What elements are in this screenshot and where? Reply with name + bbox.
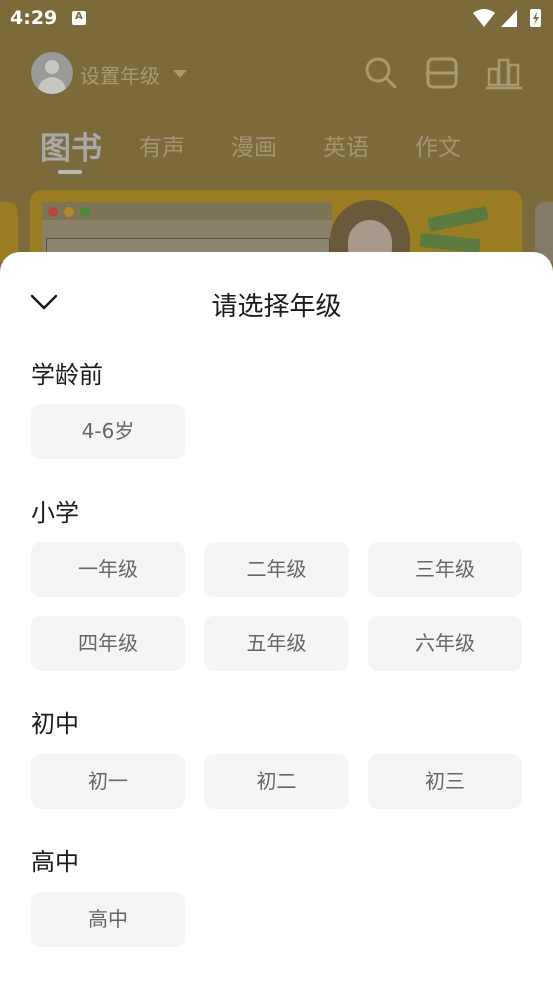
section-title-junior-high: 初中: [31, 710, 79, 738]
status-icons: [473, 9, 541, 27]
grade-option[interactable]: 初一: [31, 754, 185, 809]
grade-option[interactable]: 初三: [368, 754, 522, 809]
tab-english[interactable]: 英语: [323, 128, 369, 162]
signal-icon: [501, 10, 517, 27]
grade-option[interactable]: 初二: [204, 754, 349, 809]
grade-option[interactable]: 二年级: [204, 542, 349, 597]
grade-option[interactable]: 五年级: [204, 616, 349, 671]
sheet-title: 请选择年级: [211, 292, 342, 322]
grade-option[interactable]: 三年级: [368, 542, 522, 597]
tab-composition[interactable]: 作文: [415, 128, 461, 162]
grade-option[interactable]: 六年级: [368, 616, 522, 671]
grade-picker-sheet: 请选择年级 学龄前 4-6岁 小学 一年级 二年级 三年级 四年级 五年级 六年…: [0, 252, 553, 984]
wifi-icon: [473, 9, 495, 27]
scan-icon[interactable]: [424, 55, 460, 91]
category-tabs: 图书 有声 漫画 英语 作文: [0, 120, 553, 176]
ranking-icon[interactable]: [486, 55, 522, 91]
chevron-down-icon[interactable]: [173, 70, 187, 78]
grade-setting-label[interactable]: 设置年级: [80, 60, 160, 89]
section-title-primary: 小学: [31, 499, 79, 527]
tab-indicator: [58, 170, 82, 174]
section-title-preschool: 学龄前: [31, 361, 103, 389]
grade-option[interactable]: 4-6岁: [31, 404, 185, 459]
notification-icon: A: [72, 11, 86, 25]
status-bar: 4:29 A: [0, 0, 553, 36]
avatar[interactable]: [31, 52, 73, 94]
grade-option[interactable]: 高中: [31, 892, 185, 947]
tab-comics[interactable]: 漫画: [231, 128, 277, 162]
grade-option[interactable]: 一年级: [31, 542, 185, 597]
grade-option[interactable]: 四年级: [31, 616, 185, 671]
status-time: 4:29: [10, 7, 58, 29]
tab-audio[interactable]: 有声: [139, 128, 185, 162]
tab-books[interactable]: 图书: [40, 123, 102, 168]
search-icon[interactable]: [363, 55, 399, 91]
section-title-senior-high: 高中: [31, 848, 79, 876]
